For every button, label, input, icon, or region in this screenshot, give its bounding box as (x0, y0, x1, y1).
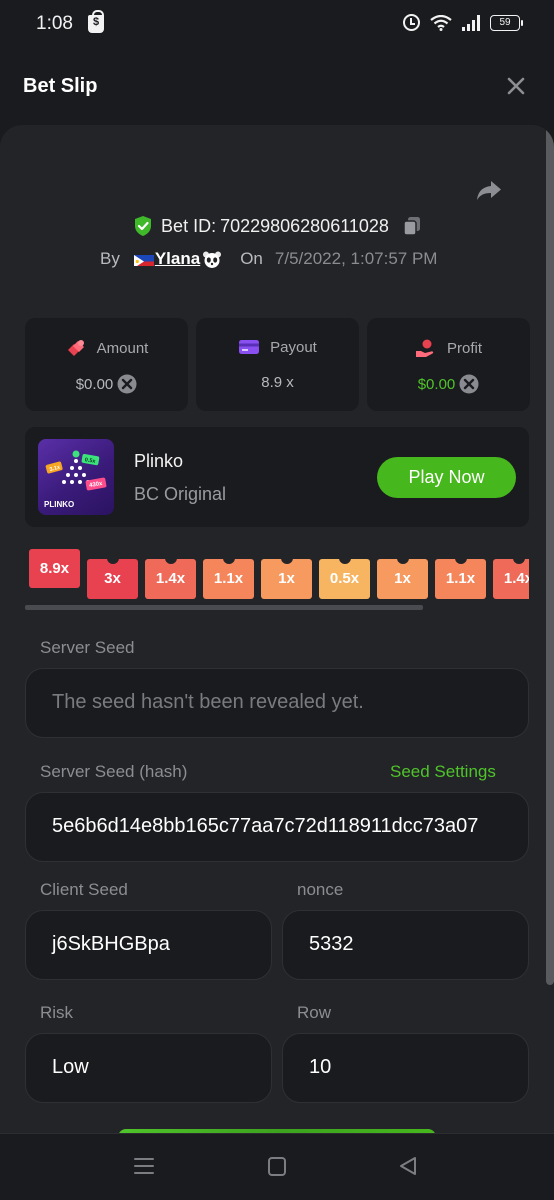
play-now-button[interactable]: Play Now (377, 457, 516, 498)
alarm-icon (403, 14, 420, 31)
bet-meta-row: By Ylana On 7/5/2022, 1:07:57 PM (100, 249, 437, 269)
multiplier-chip: 1.4x (493, 558, 529, 599)
status-icons: 59 (403, 14, 523, 31)
game-provider: BC Original (134, 484, 227, 504)
scrollbar[interactable] (546, 125, 554, 1135)
risk-label: Risk (40, 1003, 74, 1022)
signal-icon (462, 14, 480, 31)
stat-label: Amount (96, 339, 149, 357)
game-card: 3.1x 0.5x 430x PLINKO Plinko BC Original… (25, 427, 529, 527)
close-icon[interactable] (505, 75, 527, 97)
shield-check-icon (135, 216, 152, 236)
recent-apps-icon[interactable] (134, 1157, 154, 1175)
nonce-label: nonce (297, 880, 344, 899)
multiplier-chip: 1.1x (203, 558, 254, 599)
server-seed-hash-label: Server Seed (hash) (40, 762, 188, 781)
multiplier-scrollbar[interactable] (25, 605, 423, 610)
stat-amount: Amount $0.00 (25, 318, 188, 411)
nonce-field[interactable]: 5332 (282, 910, 529, 980)
back-icon[interactable] (398, 1156, 418, 1176)
seed-settings-link[interactable]: Seed Settings (390, 762, 496, 782)
client-seed-label: Client Seed (40, 880, 128, 899)
server-seed-hash-field[interactable]: 5e6b6d14e8bb165c77aa7c72d118911dcc73a07 (25, 792, 529, 862)
bet-id-label: Bet ID: (161, 215, 217, 236)
multiplier-chip: 1x (261, 558, 312, 599)
stat-profit: Profit $0.00 (367, 318, 530, 411)
payout-icon (239, 340, 260, 354)
plinko-thumbnail[interactable]: 3.1x 0.5x 430x PLINKO (38, 439, 114, 515)
row-field[interactable]: 10 (282, 1033, 529, 1103)
philippines-flag-icon (133, 253, 154, 266)
multiplier-chip: 3x (87, 558, 138, 599)
system-nav-bar (0, 1133, 554, 1200)
home-icon[interactable] (268, 1157, 286, 1176)
on-label: On (240, 249, 263, 268)
header: Bet Slip (0, 50, 554, 126)
battery-icon: 59 (490, 14, 523, 31)
thumb-badge: 0.5x (84, 457, 97, 465)
shop-badge: $ (92, 16, 100, 28)
stat-label: Payout (270, 338, 317, 356)
bet-id-row: Bet ID: 70229806280611028 (0, 215, 554, 237)
stat-value: $0.00 (417, 375, 456, 393)
stat-value: $0.00 (75, 375, 114, 393)
panda-icon (203, 251, 222, 268)
client-seed-field[interactable]: j6SkBHGBpa (25, 910, 272, 980)
page-title: Bet Slip (23, 75, 98, 97)
scrollbar-thumb[interactable] (546, 125, 554, 985)
share-icon[interactable] (474, 175, 504, 205)
multiplier-hit-chip: 8.9x (29, 549, 80, 588)
bet-date: 7/5/2022, 1:07:57 PM (274, 249, 438, 268)
multiplier-chip: 0.5x (319, 558, 370, 599)
multiplier-chip: 1x (377, 558, 428, 599)
stat-payout: Payout 8.9 x (196, 318, 359, 411)
by-label: By (100, 249, 120, 268)
risk-field[interactable]: Low (25, 1033, 272, 1103)
status-bar: 1:08 $ 59 (0, 0, 554, 50)
thumb-title: PLINKO (44, 500, 74, 509)
bet-slip-card: Bet ID: 70229806280611028 By Ylana On 7/… (0, 125, 554, 1135)
multiplier-chip: 1.4x (145, 558, 196, 599)
copy-icon[interactable] (403, 216, 421, 236)
game-name: Plinko (134, 451, 184, 471)
stat-label: Profit (446, 339, 482, 357)
amount-icon (67, 340, 84, 356)
status-time: 1:08 (36, 13, 73, 34)
bet-id-value: 70229806280611028 (220, 215, 389, 236)
multiplier-strip[interactable]: 8.9x 3x 1.4x 1.1x 1x 0.5x 1x 1.1x 1.4x (25, 547, 529, 607)
multiplier-chip: 1.1x (435, 558, 486, 599)
profit-icon (415, 339, 434, 357)
server-seed-field[interactable]: The seed hasn't been revealed yet. (25, 668, 529, 738)
coin-icon (459, 374, 479, 394)
shopping-bag-icon: $ (88, 10, 104, 33)
server-seed-label: Server Seed (40, 638, 135, 657)
stat-value: 8.9 x (261, 374, 294, 391)
wifi-icon (430, 14, 452, 31)
user-name-link[interactable]: Ylana (155, 249, 200, 269)
coin-icon (117, 374, 137, 394)
row-label: Row (297, 1003, 332, 1022)
